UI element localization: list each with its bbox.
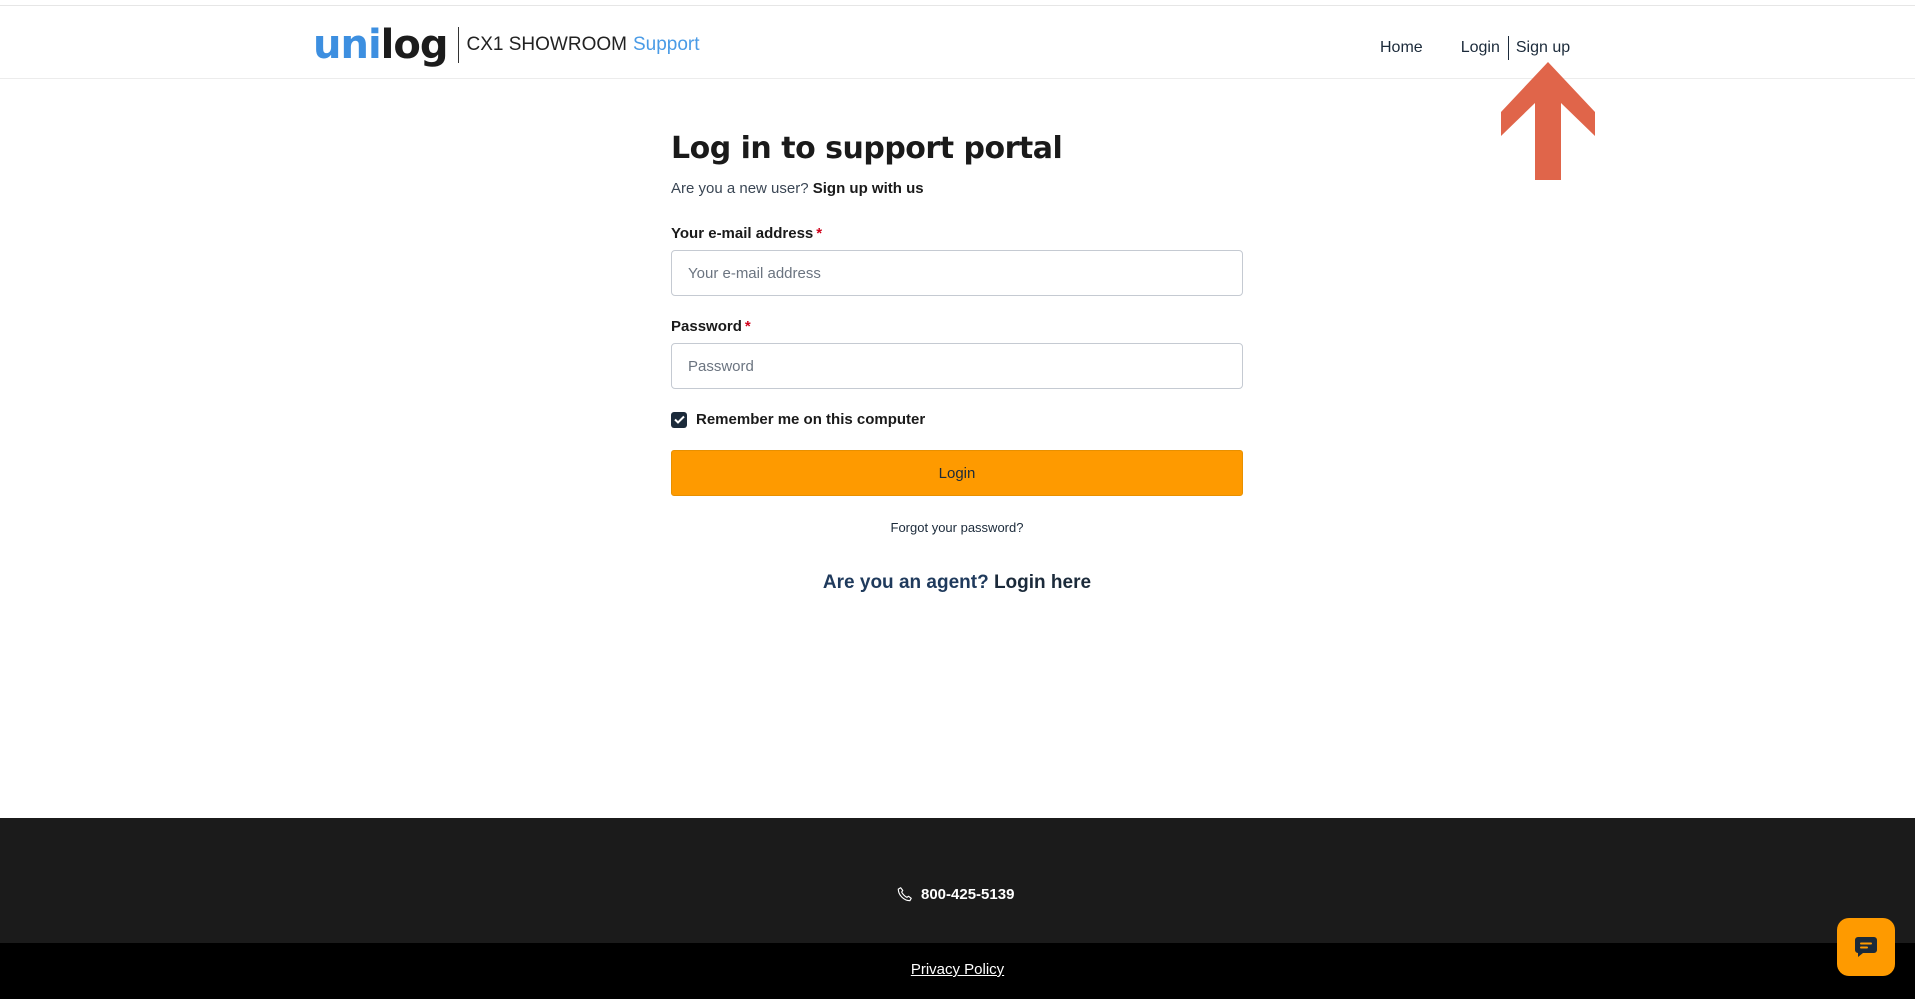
remember-checkbox[interactable]	[671, 411, 687, 428]
logo-support-text: Support	[632, 34, 700, 55]
nav-divider	[1507, 36, 1509, 60]
login-form: Log in to support portal Are you a new u…	[671, 128, 1243, 594]
remember-me: Remember me on this computer	[671, 411, 1243, 428]
page-title: Log in to support portal	[671, 131, 1063, 166]
signup-link[interactable]: Sign up with us	[813, 180, 924, 197]
nav-login-link[interactable]: Login	[1461, 39, 1500, 57]
password-label: Password *	[671, 318, 751, 335]
chat-widget-button[interactable]	[1837, 918, 1895, 976]
check-icon	[673, 415, 685, 424]
forgot-password-link[interactable]: Forgot your password?	[671, 520, 1243, 535]
password-field[interactable]	[671, 343, 1243, 389]
email-field[interactable]	[671, 250, 1243, 296]
logo-wordmark: unilog	[313, 22, 448, 68]
logo-divider	[457, 27, 459, 63]
nav-home-link[interactable]: Home	[1380, 39, 1423, 57]
remember-label: Remember me on this computer	[696, 411, 926, 428]
required-marker: *	[816, 225, 823, 242]
logo-brand-text: CX1 SHOWROOM	[466, 34, 627, 55]
new-user-text: Are you a new user?	[671, 180, 809, 197]
footer-contact-bar	[0, 818, 1915, 943]
agent-login-link[interactable]: Login here	[994, 572, 1091, 593]
unilog-logo[interactable]: unilog CX1 SHOWROOM Support	[313, 23, 700, 67]
agent-login-prompt: Are you an agent? Login here	[671, 572, 1243, 594]
privacy-policy-link[interactable]: Privacy Policy	[0, 961, 1915, 978]
required-marker: *	[744, 318, 751, 335]
agent-text: Are you an agent?	[822, 572, 989, 593]
arrow-up-icon	[1501, 62, 1595, 180]
footer-legal-bar: Privacy Policy	[0, 943, 1915, 999]
phone-number: 800-425-5139	[921, 886, 1015, 903]
nav-signup-link[interactable]: Sign up	[1516, 39, 1570, 57]
chat-icon	[1855, 937, 1877, 957]
footer-phone[interactable]: 800-425-5139	[896, 886, 1014, 903]
site-header: unilog CX1 SHOWROOM Support Home Login S…	[0, 6, 1915, 79]
email-label: Your e-mail address *	[671, 225, 823, 242]
new-user-prompt: Are you a new user? Sign up with us	[671, 180, 1243, 197]
login-button[interactable]: Login	[671, 450, 1243, 496]
phone-icon	[897, 887, 912, 902]
top-nav: Home Login Sign up	[1380, 36, 1570, 60]
